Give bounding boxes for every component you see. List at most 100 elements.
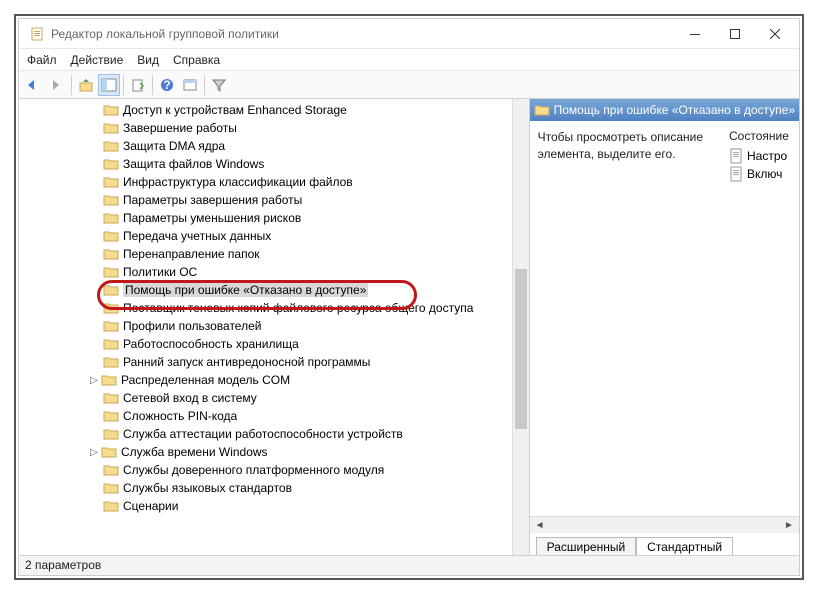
toolbar: ? — [19, 71, 799, 99]
tree-item-label: Параметры уменьшения рисков — [123, 211, 301, 225]
menu-help[interactable]: Справка — [173, 53, 220, 67]
tree-item-label: Защита DMA ядра — [123, 139, 225, 153]
tree-item-label: Служба времени Windows — [121, 445, 268, 459]
folder-icon — [103, 499, 119, 513]
minimize-button[interactable] — [675, 20, 715, 48]
tree-item[interactable]: Передача учетных данных — [19, 227, 529, 245]
column-header-state[interactable]: Состояние — [729, 129, 795, 143]
tree-item[interactable]: Сетевой вход в систему — [19, 389, 529, 407]
app-window: Редактор локальной групповой политики Фа… — [18, 18, 800, 576]
svg-text:?: ? — [163, 78, 170, 92]
show-tree-button[interactable] — [98, 74, 120, 96]
window-title: Редактор локальной групповой политики — [51, 27, 675, 41]
setting-label: Настро — [747, 149, 787, 163]
setting-label: Включ — [747, 167, 782, 181]
tree-item-label: Сценарии — [123, 499, 178, 513]
folder-icon — [103, 319, 119, 333]
filter-button[interactable] — [208, 74, 230, 96]
details-header: Помощь при ошибке «Отказано в доступе» — [530, 99, 799, 121]
folder-icon — [103, 103, 119, 117]
tree-item[interactable]: Службы доверенного платформенного модуля — [19, 461, 529, 479]
details-header-text: Помощь при ошибке «Отказано в доступе» — [554, 103, 795, 117]
horizontal-scrollbar[interactable]: ◄ ► — [530, 516, 799, 533]
chevron-right-icon[interactable]: ▷ — [87, 373, 101, 387]
tree-item-label: Профили пользователей — [123, 319, 261, 333]
titlebar[interactable]: Редактор локальной групповой политики — [19, 19, 799, 49]
tree-item[interactable]: Служба аттестации работоспособности устр… — [19, 425, 529, 443]
folder-icon — [103, 247, 119, 261]
tree-item-label: Служба аттестации работоспособности устр… — [123, 427, 403, 441]
tree-item[interactable]: Поставщик теневых копий файлового ресурс… — [19, 299, 529, 317]
folder-icon — [103, 211, 119, 225]
tree-scrollbar[interactable] — [512, 99, 529, 555]
tree-item[interactable]: Перенаправление папок — [19, 245, 529, 263]
tree-item[interactable]: Завершение работы — [19, 119, 529, 137]
menu-view[interactable]: Вид — [137, 53, 159, 67]
tree-item[interactable]: Ранний запуск антивредоносной программы — [19, 353, 529, 371]
tree-item[interactable]: Политики ОС — [19, 263, 529, 281]
folder-icon — [101, 373, 117, 387]
scroll-left-icon[interactable]: ◄ — [532, 518, 548, 532]
folder-icon — [103, 193, 119, 207]
tree-item[interactable]: Службы языковых стандартов — [19, 479, 529, 497]
folder-icon — [103, 121, 119, 135]
app-icon — [29, 26, 45, 42]
tree-item[interactable]: Сценарии — [19, 497, 529, 515]
tree-item-label: Службы языковых стандартов — [123, 481, 292, 495]
maximize-button[interactable] — [715, 20, 755, 48]
tree-item-label: Службы доверенного платформенного модуля — [123, 463, 384, 477]
tab-extended[interactable]: Расширенный — [536, 537, 637, 555]
menu-file[interactable]: Файл — [27, 53, 57, 67]
tree-item-label: Работоспособность хранилища — [123, 337, 299, 351]
tree-item-label: Защита файлов Windows — [123, 157, 264, 171]
folder-icon — [103, 355, 119, 369]
document-icon — [729, 148, 743, 164]
folder-icon — [101, 445, 117, 459]
scroll-right-icon[interactable]: ► — [781, 518, 797, 532]
tab-standard[interactable]: Стандартный — [636, 537, 733, 555]
tree-item[interactable]: ▷ Распределенная модель COM — [19, 371, 529, 389]
tree-item[interactable]: Параметры завершения работы — [19, 191, 529, 209]
tree-item[interactable]: Профили пользователей — [19, 317, 529, 335]
tree-item-label: Передача учетных данных — [123, 229, 271, 243]
up-button[interactable] — [75, 74, 97, 96]
tree-item[interactable]: Защита файлов Windows — [19, 155, 529, 173]
properties-button[interactable] — [179, 74, 201, 96]
tree-item-label: Распределенная модель COM — [121, 373, 290, 387]
folder-icon — [103, 265, 119, 279]
help-button[interactable]: ? — [156, 74, 178, 96]
folder-icon — [103, 409, 119, 423]
tree-item[interactable]: Инфраструктура классификации файлов — [19, 173, 529, 191]
close-button[interactable] — [755, 20, 795, 48]
setting-item[interactable]: Настро — [729, 147, 795, 165]
tree-item-label: Ранний запуск антивредоносной программы — [123, 355, 370, 369]
tree-item[interactable]: Защита DMA ядра — [19, 137, 529, 155]
folder-icon — [103, 427, 119, 441]
folder-icon — [103, 391, 119, 405]
back-button[interactable] — [23, 74, 45, 96]
tree-item-label: Поставщик теневых копий файлового ресурс… — [123, 301, 473, 315]
details-pane: Помощь при ошибке «Отказано в доступе» Ч… — [530, 99, 799, 555]
folder-icon — [103, 481, 119, 495]
export-button[interactable] — [127, 74, 149, 96]
status-bar: 2 параметров — [19, 555, 799, 575]
tree-item-label: Сложность PIN-кода — [123, 409, 237, 423]
tree-item[interactable]: Работоспособность хранилища — [19, 335, 529, 353]
forward-button[interactable] — [46, 74, 68, 96]
tree-item[interactable]: Доступ к устройствам Enhanced Storage — [19, 101, 529, 119]
tree-item[interactable]: ▷ Служба времени Windows — [19, 443, 529, 461]
tree-item-label: Политики ОС — [123, 265, 197, 279]
chevron-right-icon[interactable]: ▷ — [87, 445, 101, 459]
setting-item[interactable]: Включ — [729, 165, 795, 183]
tree-item-label: Помощь при ошибке «Отказано в доступе» — [123, 283, 368, 297]
view-tabs: Расширенный Стандартный — [530, 533, 799, 555]
document-icon — [729, 166, 743, 182]
description-text: Чтобы просмотреть описание элемента, выд… — [538, 129, 729, 516]
tree-item[interactable]: Помощь при ошибке «Отказано в доступе» — [19, 281, 529, 299]
tree-item-label: Параметры завершения работы — [123, 193, 302, 207]
tree-item[interactable]: Сложность PIN-кода — [19, 407, 529, 425]
tree-item[interactable]: Параметры уменьшения рисков — [19, 209, 529, 227]
tree-item-label: Завершение работы — [123, 121, 237, 135]
menu-action[interactable]: Действие — [71, 53, 124, 67]
tree-item-label: Перенаправление папок — [123, 247, 260, 261]
